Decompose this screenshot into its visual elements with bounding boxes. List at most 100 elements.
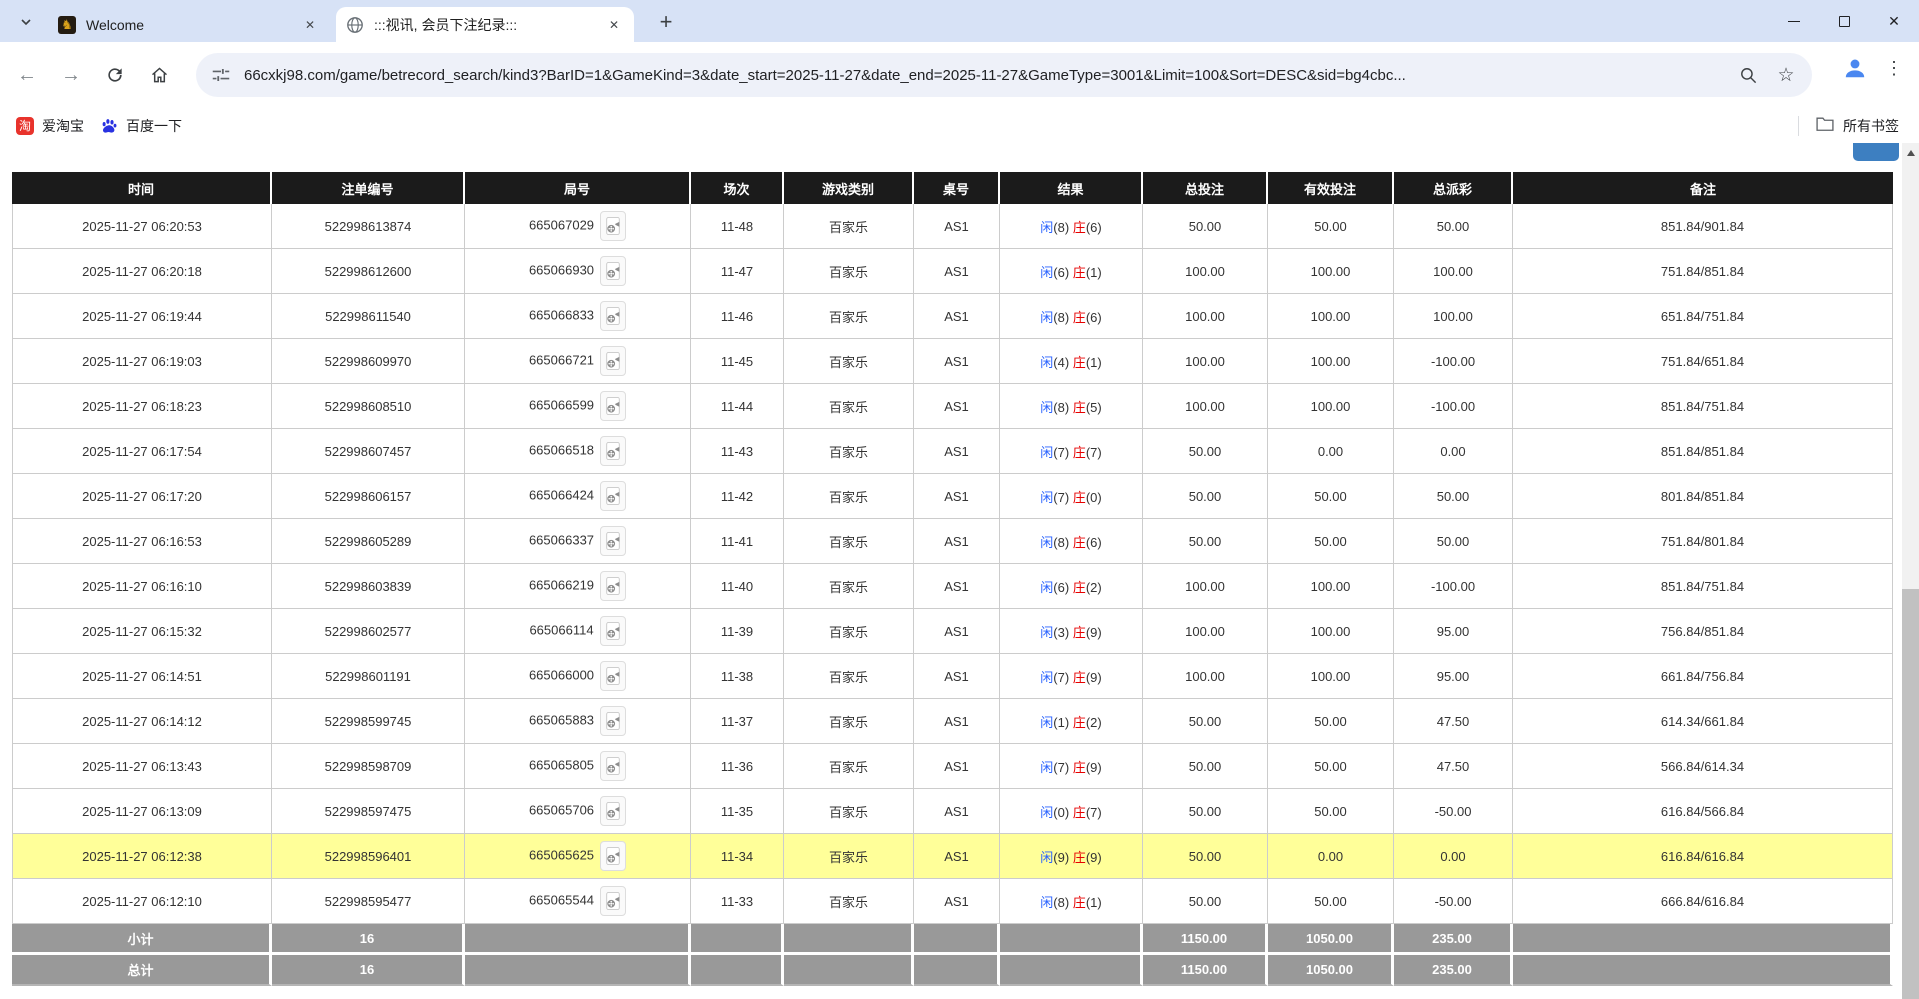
replay-video-button[interactable] (600, 256, 626, 286)
cell-table-no: AS1 (914, 429, 1000, 474)
cell-game-type: 百家乐 (784, 744, 914, 789)
tab-search-chevron-icon[interactable] (14, 10, 38, 34)
bet-table-body: 2025-11-27 06:20:53522998613874665067029… (12, 204, 1893, 986)
close-button[interactable]: ✕ (1869, 0, 1919, 42)
welcome-favicon-icon: ♞ (58, 16, 76, 34)
tab-bet-record[interactable]: :::视讯, 会员下注纪录::: ✕ (336, 7, 634, 42)
replay-video-button[interactable] (600, 301, 626, 331)
bookmark-item-taobao[interactable]: 淘 爱淘宝 (8, 112, 92, 140)
footer-payout: 235.00 (1394, 924, 1513, 955)
column-header: 场次 (691, 172, 784, 204)
replay-video-button[interactable] (600, 211, 626, 241)
replay-video-button[interactable] (600, 751, 626, 781)
cell-result: 闲(8) 庄(1) (1000, 879, 1143, 924)
cell-remark: 756.84/851.84 (1513, 609, 1893, 654)
tab-close-icon[interactable]: ✕ (604, 15, 624, 35)
cell-total-bet: 100.00 (1143, 249, 1268, 294)
cell-session: 11-42 (691, 474, 784, 519)
baidu-paw-icon (100, 117, 118, 135)
back-button[interactable]: ← (10, 58, 44, 92)
replay-video-button[interactable] (600, 796, 626, 826)
cell-payout: 95.00 (1394, 654, 1513, 699)
search-button-partial[interactable] (1853, 143, 1899, 161)
menu-button[interactable]: ⋮ (1879, 50, 1909, 86)
cell-game-type: 百家乐 (784, 294, 914, 339)
cell-bet-id: 522998605289 (272, 519, 465, 564)
cell-valid-bet: 50.00 (1268, 699, 1394, 744)
replay-video-button[interactable] (600, 706, 626, 736)
column-header: 备注 (1513, 172, 1893, 204)
cell-valid-bet: 100.00 (1268, 294, 1394, 339)
cell-game-type: 百家乐 (784, 384, 914, 429)
cell-time: 2025-11-27 06:20:18 (12, 249, 272, 294)
footer-total-bet: 1150.00 (1143, 924, 1268, 955)
cell-bet-id: 522998598709 (272, 744, 465, 789)
table-row: 2025-11-27 06:13:43522998598709665065805… (12, 744, 1893, 789)
replay-video-button[interactable] (600, 346, 626, 376)
footer-empty (691, 924, 784, 955)
footer-empty (465, 924, 691, 955)
tab-welcome[interactable]: ♞ Welcome ✕ (48, 7, 330, 42)
cell-round: 665066424 (465, 474, 691, 519)
cell-round: 665066599 (465, 384, 691, 429)
cell-time: 2025-11-27 06:12:10 (12, 879, 272, 924)
replay-video-button[interactable] (600, 391, 626, 421)
all-bookmarks-button[interactable]: 所有书签 (1843, 116, 1899, 136)
profile-avatar[interactable] (1837, 50, 1873, 86)
replay-video-button[interactable] (600, 481, 626, 511)
maximize-button[interactable] (1819, 0, 1869, 42)
bookmark-star-icon[interactable]: ☆ (1774, 63, 1798, 87)
cell-game-type: 百家乐 (784, 339, 914, 384)
cell-total-bet: 100.00 (1143, 654, 1268, 699)
footer-empty (1000, 924, 1143, 955)
cell-remark: 614.34/661.84 (1513, 699, 1893, 744)
url-text[interactable]: 66cxkj98.com/game/betrecord_search/kind3… (244, 67, 1722, 84)
cell-payout: -100.00 (1394, 384, 1513, 429)
cell-game-type: 百家乐 (784, 654, 914, 699)
replay-video-button[interactable] (600, 661, 626, 691)
cell-result: 闲(3) 庄(9) (1000, 609, 1143, 654)
cell-time: 2025-11-27 06:19:03 (12, 339, 272, 384)
cell-valid-bet: 100.00 (1268, 609, 1394, 654)
table-row: 2025-11-27 06:20:53522998613874665067029… (12, 204, 1893, 249)
replay-video-button[interactable] (600, 571, 626, 601)
cell-remark: 661.84/756.84 (1513, 654, 1893, 699)
cell-session: 11-41 (691, 519, 784, 564)
cell-time: 2025-11-27 06:14:51 (12, 654, 272, 699)
cell-table-no: AS1 (914, 654, 1000, 699)
replay-video-button[interactable] (600, 526, 626, 556)
bookmark-label: 爱淘宝 (42, 116, 84, 136)
page-scrollbar[interactable] (1902, 143, 1919, 999)
cell-valid-bet: 100.00 (1268, 249, 1394, 294)
replay-video-button[interactable] (600, 841, 626, 871)
cell-game-type: 百家乐 (784, 429, 914, 474)
table-row: 2025-11-27 06:16:10522998603839665066219… (12, 564, 1893, 609)
cell-result: 闲(0) 庄(7) (1000, 789, 1143, 834)
replay-video-button[interactable] (600, 616, 626, 646)
cell-bet-id: 522998607457 (272, 429, 465, 474)
forward-button[interactable]: → (54, 58, 88, 92)
cell-valid-bet: 100.00 (1268, 654, 1394, 699)
url-bar[interactable]: 66cxkj98.com/game/betrecord_search/kind3… (196, 53, 1812, 97)
new-tab-button[interactable]: + (652, 8, 680, 36)
home-button[interactable] (142, 58, 176, 92)
site-info-icon[interactable] (210, 64, 232, 86)
scroll-up-button[interactable] (1902, 143, 1919, 163)
bookmark-item-baidu[interactable]: 百度一下 (92, 112, 190, 140)
replay-video-button[interactable] (600, 436, 626, 466)
cell-remark: 851.84/751.84 (1513, 564, 1893, 609)
minimize-button[interactable] (1769, 0, 1819, 42)
footer-label: 小计 (12, 924, 272, 955)
cell-valid-bet: 100.00 (1268, 564, 1394, 609)
cell-time: 2025-11-27 06:20:53 (12, 204, 272, 249)
zoom-icon[interactable] (1736, 63, 1760, 87)
cell-payout: -50.00 (1394, 879, 1513, 924)
cell-result: 闲(1) 庄(2) (1000, 699, 1143, 744)
footer-valid-bet: 1050.00 (1268, 955, 1394, 986)
cell-payout: 100.00 (1394, 294, 1513, 339)
tab-close-icon[interactable]: ✕ (300, 15, 320, 35)
cell-total-bet: 50.00 (1143, 474, 1268, 519)
refresh-button[interactable] (98, 58, 132, 92)
scrollbar-thumb[interactable] (1902, 589, 1919, 999)
replay-video-button[interactable] (600, 886, 626, 916)
